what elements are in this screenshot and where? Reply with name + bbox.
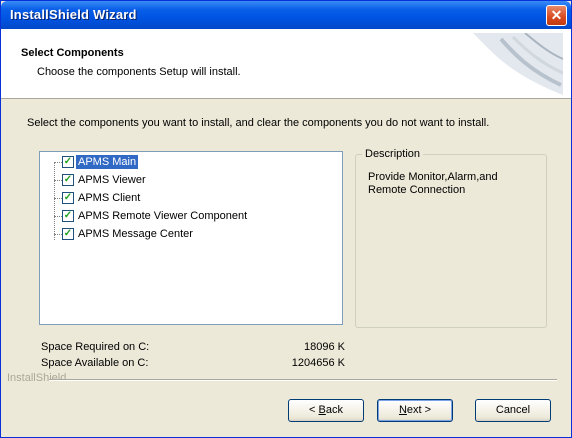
- back-button[interactable]: < Back: [288, 399, 364, 422]
- window-title: InstallShield Wizard: [10, 7, 137, 22]
- tree-connector: [54, 216, 62, 217]
- tree-connector: [54, 162, 55, 240]
- close-button[interactable]: ✕: [546, 5, 567, 26]
- title-bar[interactable]: InstallShield Wizard ✕: [1, 1, 571, 29]
- installshield-brand: InstallShield: [7, 372, 67, 384]
- checkbox-apms-message-center[interactable]: ✓: [62, 228, 74, 240]
- space-available-value: 1204656 K: [291, 357, 345, 369]
- installshield-wizard-window: InstallShield Wizard ✕ Select Components…: [0, 0, 572, 438]
- checkbox-apms-client[interactable]: ✓: [62, 192, 74, 204]
- component-item-apms-client[interactable]: ✓ APMS Client: [62, 190, 142, 206]
- checkmark-icon: ✓: [63, 228, 73, 239]
- back-button-mnemonic: B: [318, 404, 326, 416]
- page-subtitle: Choose the components Setup will install…: [37, 66, 241, 78]
- tree-connector: [54, 162, 62, 163]
- cancel-button-label: Cancel: [495, 404, 531, 416]
- description-group: Description Provide Monitor,Alarm,and Re…: [355, 148, 547, 328]
- checkbox-apms-main[interactable]: ✓: [62, 156, 74, 168]
- checkbox-apms-remote-viewer[interactable]: ✓: [62, 210, 74, 222]
- checkmark-icon: ✓: [63, 192, 73, 203]
- space-required-label: Space Required on C:: [41, 341, 150, 353]
- checkmark-icon: ✓: [63, 174, 73, 185]
- back-button-prefix: <: [309, 404, 319, 416]
- next-button-mnemonic: N: [398, 404, 407, 416]
- space-available-label: Space Available on C:: [41, 357, 149, 369]
- instruction-text: Select the components you want to instal…: [27, 117, 490, 129]
- component-label[interactable]: APMS Message Center: [76, 227, 195, 241]
- component-label[interactable]: APMS Client: [76, 191, 142, 205]
- component-item-apms-main[interactable]: ✓ APMS Main: [62, 154, 139, 170]
- tree-connector: [54, 198, 62, 199]
- component-label[interactable]: APMS Remote Viewer Component: [76, 209, 249, 223]
- component-label[interactable]: APMS Main: [76, 155, 139, 169]
- component-item-apms-viewer[interactable]: ✓ APMS Viewer: [62, 172, 148, 188]
- description-legend: Description: [362, 148, 424, 160]
- next-button-rest: ext >: [406, 404, 432, 416]
- back-button-rest: ack: [325, 404, 343, 416]
- space-required-value: 18096 K: [304, 341, 345, 353]
- checkbox-apms-viewer[interactable]: ✓: [62, 174, 74, 186]
- component-item-apms-remote-viewer[interactable]: ✓ APMS Remote Viewer Component: [62, 208, 249, 224]
- next-button[interactable]: Next >: [377, 399, 453, 422]
- header-panel: Select Components Choose the components …: [1, 29, 571, 99]
- page-title: Select Components: [21, 47, 124, 59]
- close-icon: ✕: [550, 7, 563, 23]
- cancel-button[interactable]: Cancel: [475, 399, 551, 422]
- checkmark-icon: ✓: [63, 210, 73, 221]
- checkmark-icon: ✓: [63, 156, 73, 167]
- tree-connector: [54, 180, 62, 181]
- divider: [49, 379, 557, 381]
- tree-connector: [54, 234, 62, 235]
- wizard-banner-icon: [473, 33, 563, 95]
- component-tree[interactable]: ✓ APMS Main ✓ APMS Viewer ✓ APMS Client …: [39, 151, 343, 325]
- component-label[interactable]: APMS Viewer: [76, 173, 148, 187]
- description-text: Provide Monitor,Alarm,and Remote Connect…: [368, 171, 498, 196]
- component-item-apms-message-center[interactable]: ✓ APMS Message Center: [62, 226, 195, 242]
